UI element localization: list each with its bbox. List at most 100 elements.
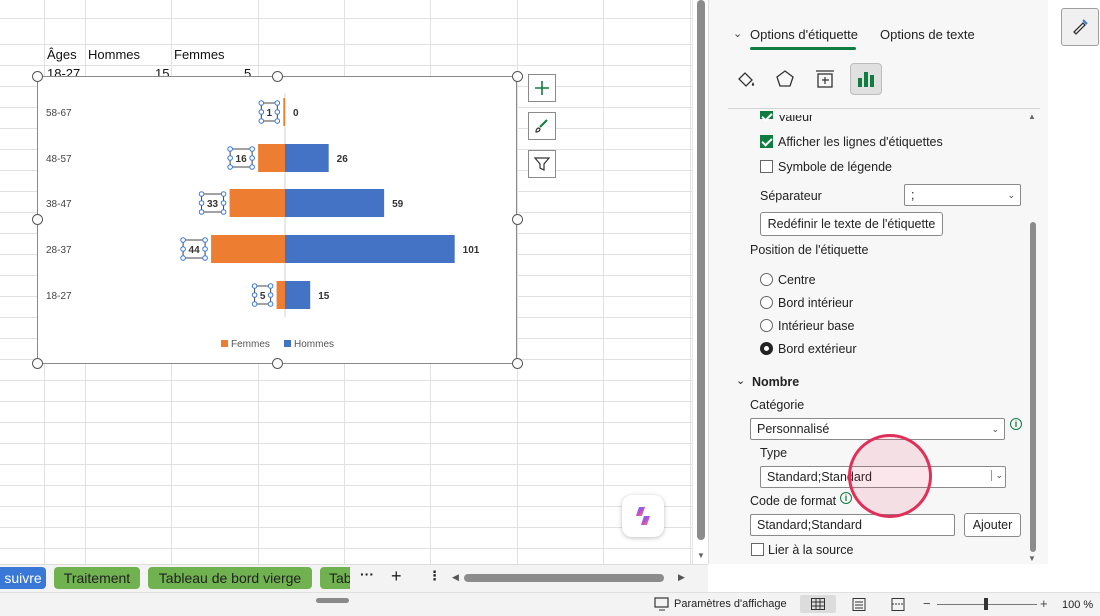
reset-label-text-button[interactable]: Redéfinir le texte de l'étiquette [760,212,943,236]
status-grip[interactable] [316,598,349,603]
label-bord-interieur: Bord intérieur [778,296,854,310]
normal-view-button[interactable] [800,595,836,613]
label-bord-exterieur: Bord extérieur [778,342,857,356]
data-label-femmes: 33 [207,199,219,210]
cell-header-ages[interactable]: Âges [47,47,77,62]
resize-handle-bottom-right[interactable] [512,358,523,369]
copilot-button[interactable] [622,495,664,537]
pane-scrollbar[interactable]: ▲ ▼ [1028,112,1038,564]
cell-header-hommes[interactable]: Hommes [88,47,140,62]
resize-handle-top-left[interactable] [32,71,43,82]
label-interieur-base: Intérieur base [778,319,855,333]
copilot-icon [636,507,650,525]
label-selection-handle [267,292,274,298]
data-label-hommes: 59 [392,199,404,210]
resize-handle-bottom-left[interactable] [32,358,43,369]
nombre-section-title[interactable]: Nombre [752,375,799,389]
checkbox-symbole-legende[interactable] [760,160,773,173]
add-sheet-icon[interactable]: + [391,566,402,587]
sheet-tab-traitement[interactable]: Traitement [54,567,140,589]
label-type: Type [760,446,788,460]
code-format-input[interactable]: Standard;Standard [750,514,955,536]
fill-line-button[interactable] [730,63,762,95]
separateur-dropdown[interactable]: ; ⌄ [904,184,1021,206]
legend-label-hommes: Hommes [294,339,334,350]
page-layout-button[interactable] [850,595,868,613]
tab-label-options[interactable]: Options d'étiquette [750,27,858,42]
axis-category-label: 38-47 [46,199,72,210]
label-selection-handle [202,237,208,243]
resize-handle-bottom[interactable] [272,358,283,369]
bar-chart[interactable]: 58-67 1 0 48-57 16 26 38-47 33 59 28-37 44 101 18-27… [37,76,517,364]
axis-category-label: 28-37 [46,245,72,256]
scroll-right-icon[interactable]: ▶ [678,572,685,583]
data-label-femmes: 16 [236,154,248,165]
label-selection-handle [220,209,227,215]
click-highlight-circle [848,434,932,518]
sheet-horizontal-scrollbar[interactable]: ◀ ▶ [452,570,692,586]
data-label-femmes: 44 [189,245,201,256]
effects-button[interactable] [769,63,801,95]
collapse-chevron-icon[interactable]: ⌄ [733,27,742,40]
format-pane-toggle[interactable] [1061,8,1099,46]
checkbox-lier-source[interactable] [751,543,764,556]
label-categorie: Catégorie [750,398,805,412]
chart-elements-button[interactable] [528,74,556,102]
label-selection-handle [180,255,186,261]
page-break-button[interactable] [889,595,907,613]
radio-centre[interactable] [760,273,773,286]
resize-handle-left[interactable] [32,214,43,225]
scroll-up-icon[interactable]: ▲ [1028,112,1036,121]
resize-handle-right[interactable] [512,214,523,225]
cell-header-femmes[interactable]: Femmes [174,47,225,62]
filter-icon [533,157,551,171]
radio-bord-interieur[interactable] [760,296,773,309]
nombre-chevron-icon[interactable]: ⌄ [736,374,745,387]
label-selection-handle [227,164,233,170]
display-settings-button[interactable]: Paramètres d'affichage [654,595,787,613]
scrollbar-thumb[interactable] [697,0,705,540]
pentagon-icon [776,70,794,87]
bar-hommes [285,235,455,263]
checkbox-valeur[interactable] [760,111,773,119]
sheet-tab-tableau-de-bord[interactable]: Tableau de bord vierge [148,567,312,589]
zoom-level[interactable]: 100 % [1062,599,1093,611]
sheet-tab-suivre[interactable]: suivre [0,567,46,589]
horizontal-scrollbar-thumb[interactable] [464,574,664,582]
scroll-down-icon[interactable]: ▼ [697,551,705,560]
axis-category-label: 18-27 [46,291,72,302]
active-tab-indicator [750,47,856,50]
more-sheets-icon[interactable]: ··· [360,566,374,582]
info-icon[interactable]: i [1010,418,1022,430]
label-selection-handle [227,155,233,161]
sheet-tab-tab[interactable]: Tab [320,567,350,589]
label-selection-handle [220,200,227,206]
scroll-down-icon[interactable]: ▼ [1028,554,1036,563]
ajouter-button[interactable]: Ajouter [964,513,1021,537]
label-selection-handle [274,100,281,106]
chevron-down-icon[interactable]: ⌄ [991,470,1003,481]
chart-styles-button[interactable] [528,112,556,140]
resize-handle-top-right[interactable] [512,71,523,82]
scroll-left-icon[interactable]: ◀ [452,572,459,583]
chart-filters-button[interactable] [528,150,556,178]
radio-bord-exterieur[interactable] [760,342,773,355]
zoom-out-icon[interactable]: − [923,596,931,611]
tab-text-options[interactable]: Options de texte [880,27,975,42]
resize-handle-top[interactable] [272,71,283,82]
zoom-in-icon[interactable]: + [1040,596,1048,611]
checkbox-afficher-lignes[interactable] [760,135,773,148]
info-icon[interactable]: i [840,492,852,504]
pane-scrollbar-thumb[interactable] [1030,222,1036,552]
sheet-vertical-scrollbar[interactable]: ▼ [692,0,708,564]
bar-femmes [276,281,285,309]
tab-options-icon[interactable]: ⋮ [428,568,441,584]
zoom-slider-thumb[interactable] [984,598,988,610]
label-centre: Centre [778,273,816,287]
radio-interieur-base[interactable] [760,319,773,332]
size-properties-button[interactable] [809,63,841,95]
brush-icon [535,119,548,133]
legend-label-femmes: Femmes [231,339,270,350]
label-selection-handle [249,164,255,170]
label-options-button[interactable] [850,63,882,95]
